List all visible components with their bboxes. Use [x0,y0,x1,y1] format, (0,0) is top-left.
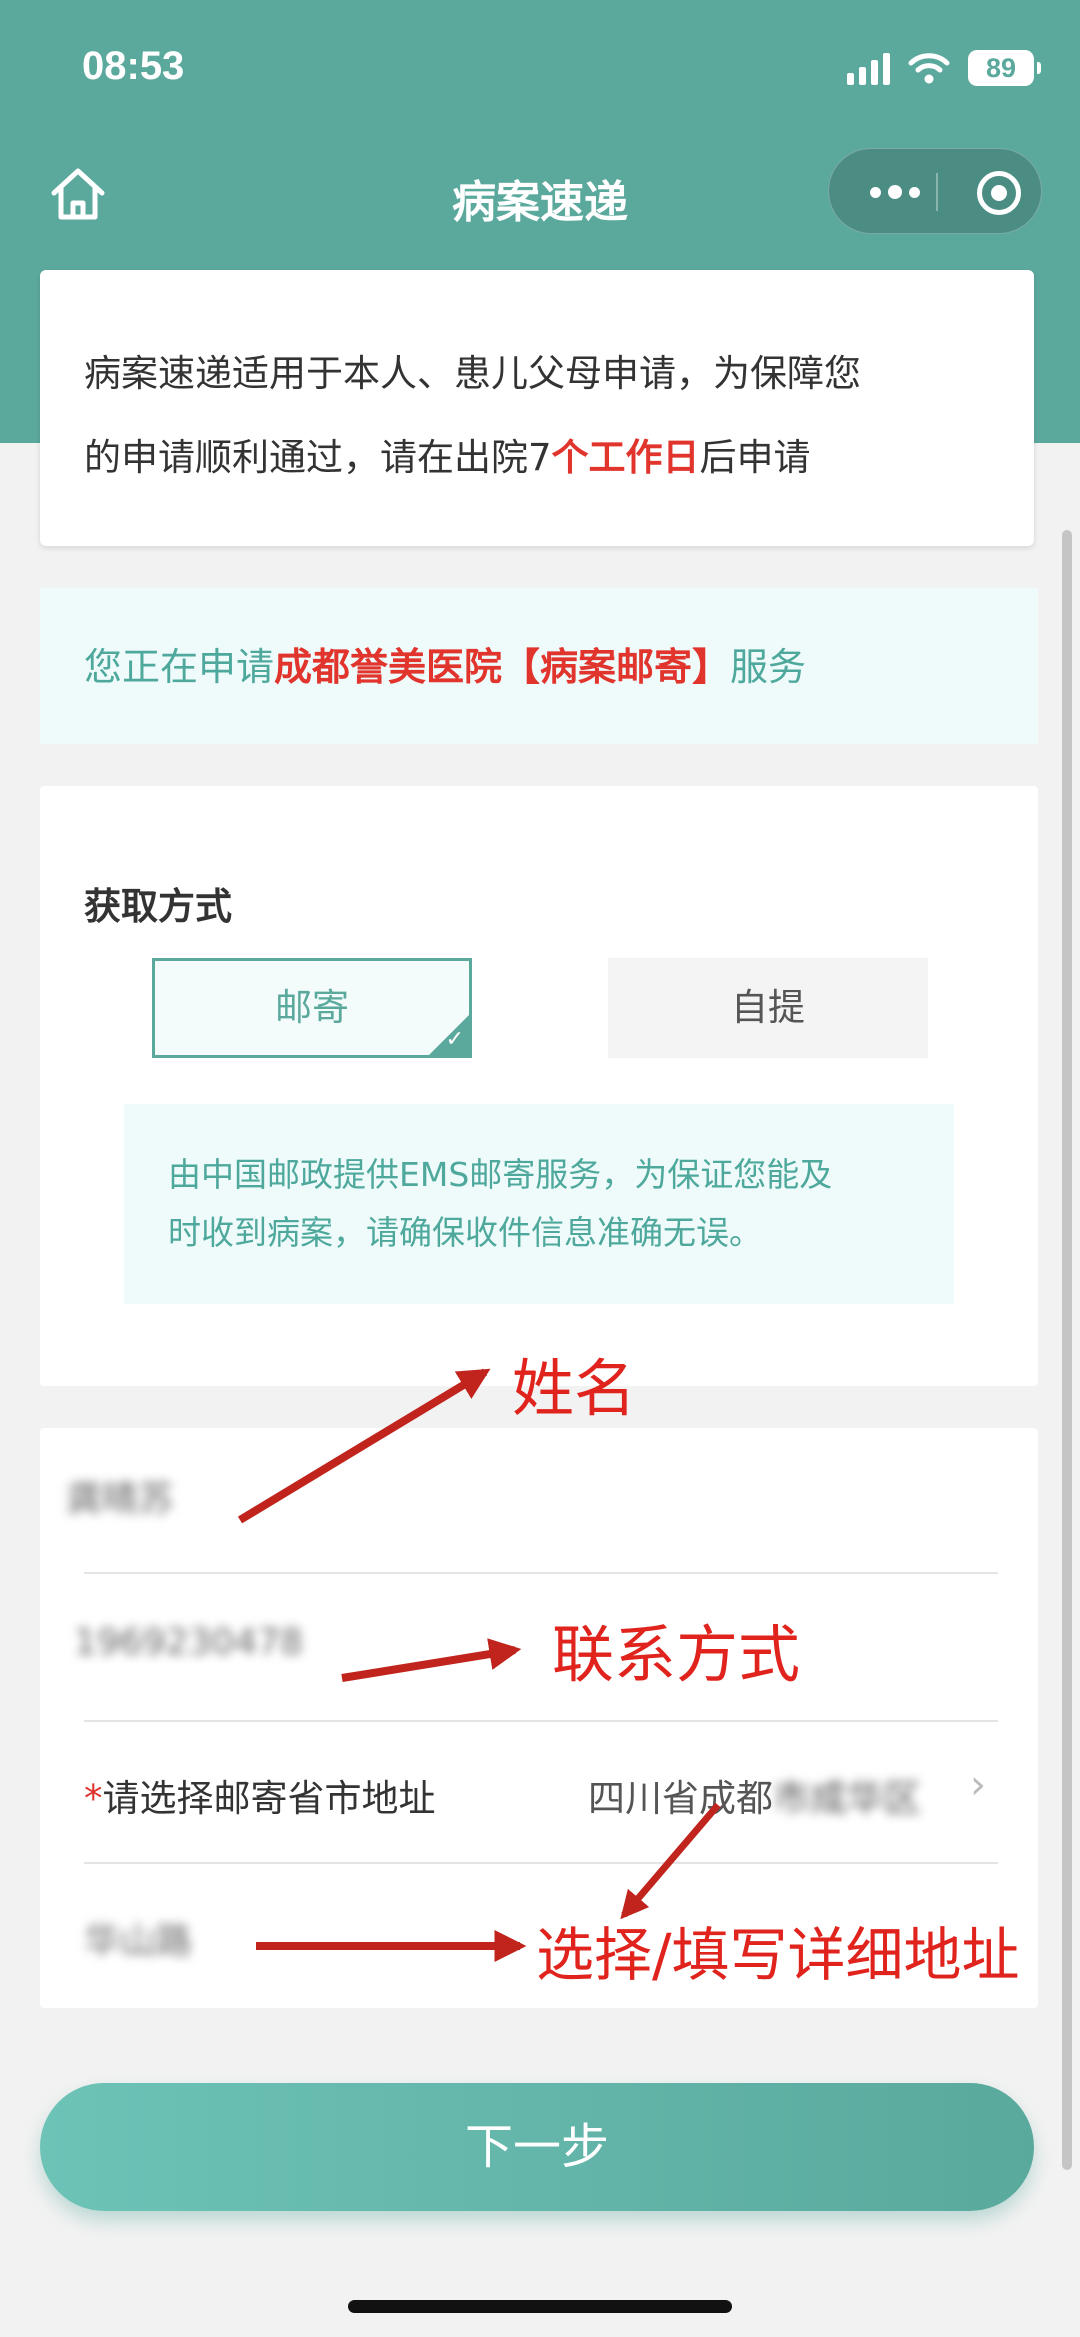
annotation-address: 选择/填写详细地址 [536,1921,1020,1989]
annotation-arrow-contact [341,1638,522,1682]
scrollbar[interactable] [1062,530,1072,2170]
home-indicator [348,2300,732,2313]
annotation-arrow-name [237,1368,491,1524]
next-step-button[interactable]: 下一步 [40,2083,1034,2211]
annotation-name: 姓名 [512,1352,637,1425]
annotation-contact: 联系方式 [552,1618,801,1691]
annotation-arrow-address [620,1802,721,1920]
